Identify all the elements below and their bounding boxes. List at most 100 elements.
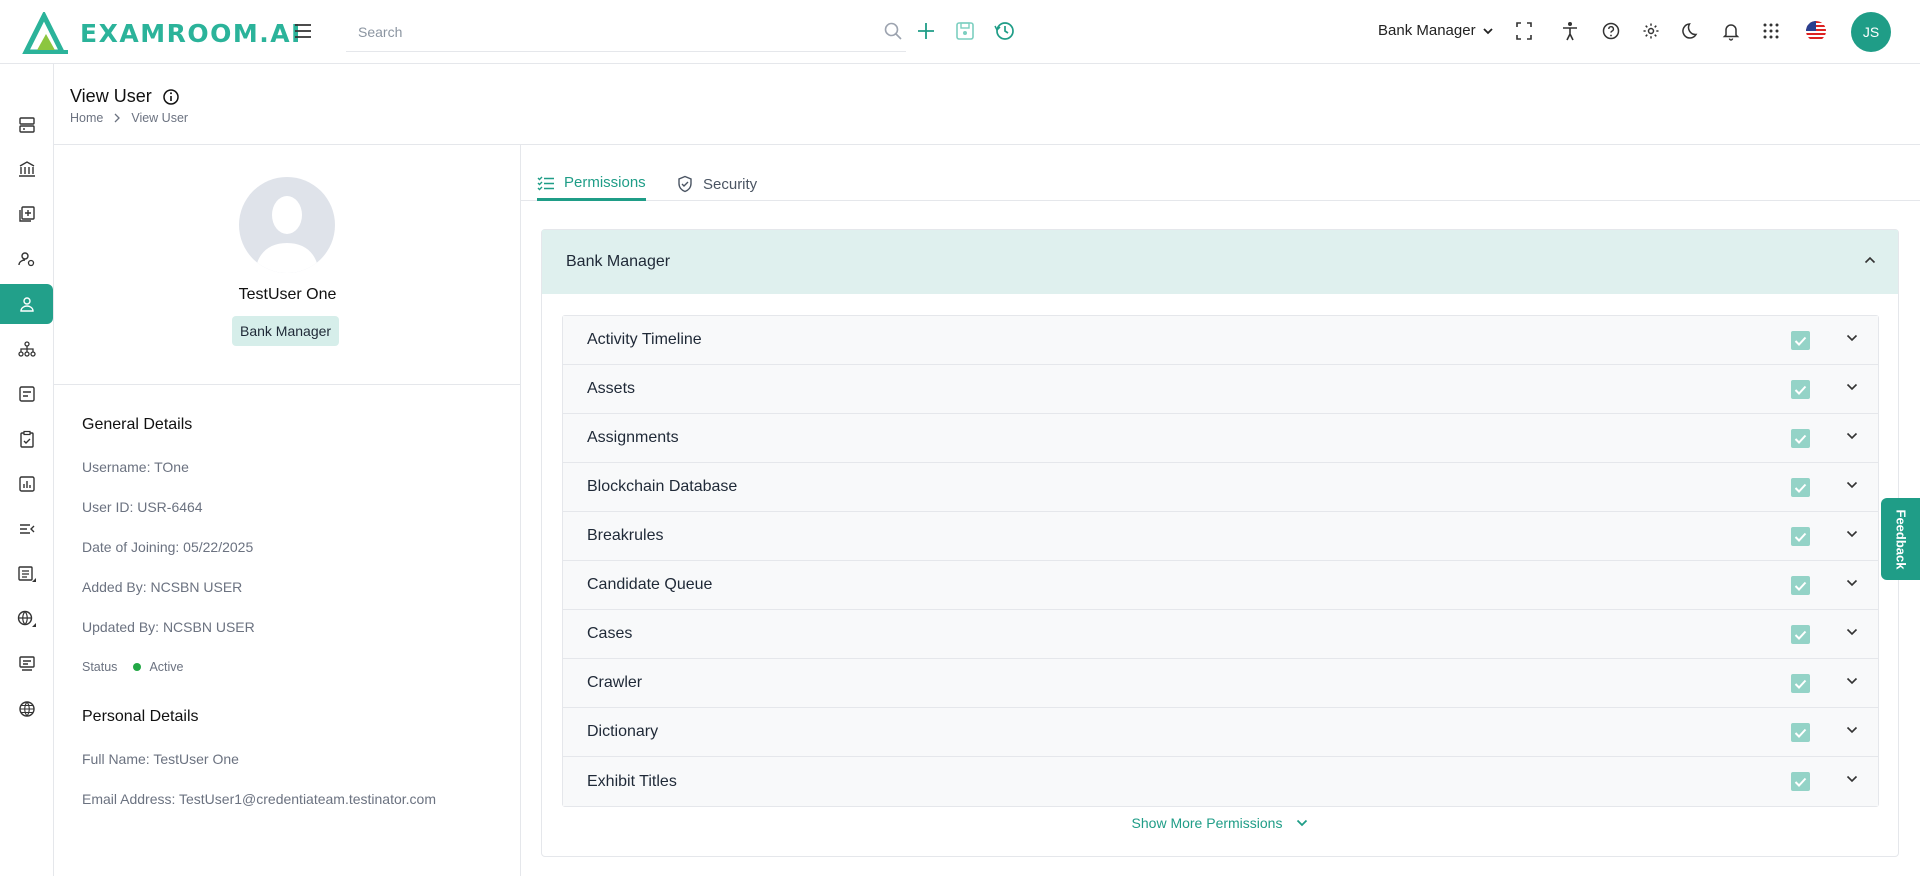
username-detail: Username: TOne <box>82 459 189 475</box>
logo[interactable]: EXAMROOM.AI <box>22 12 302 54</box>
nav-users-icon[interactable] <box>0 284 53 324</box>
permission-row[interactable]: Dictionary <box>563 708 1878 757</box>
show-more-permissions-button[interactable]: Show More Permissions <box>542 815 1898 831</box>
permissions-accordion: Bank Manager Activity Timeline Assets Assi… <box>541 229 1899 857</box>
divider <box>54 384 521 385</box>
chevron-down-icon[interactable] <box>1846 432 1858 440</box>
tab-security-label: Security <box>703 175 758 193</box>
nav-checklist-icon[interactable] <box>0 374 53 414</box>
dark-mode-moon-icon[interactable] <box>1682 20 1700 42</box>
chevron-down-icon[interactable] <box>1846 481 1858 489</box>
user-avatar[interactable]: JS <box>1851 12 1891 52</box>
checkmark-icon <box>1794 336 1807 346</box>
page-header: View User Home View User <box>54 64 1920 145</box>
chevron-down-icon[interactable] <box>1846 579 1858 587</box>
permission-checkbox[interactable] <box>1791 429 1810 448</box>
list-check-icon <box>537 176 554 190</box>
permission-checkbox[interactable] <box>1791 331 1810 350</box>
feedback-tab[interactable]: Feedback <box>1881 498 1920 580</box>
profile-name: TestUser One <box>238 286 337 303</box>
us-flag-icon[interactable] <box>1805 20 1827 42</box>
permission-row[interactable]: Activity Timeline <box>563 316 1878 365</box>
general-details-title: General Details <box>82 416 193 433</box>
profile-avatar <box>239 177 335 273</box>
notification-bell-icon[interactable] <box>1722 20 1740 42</box>
add-icon[interactable] <box>916 20 936 42</box>
nav-bank-icon[interactable] <box>0 149 53 189</box>
permission-row[interactable]: Blockchain Database <box>563 463 1878 512</box>
breadcrumb: Home View User <box>70 111 188 125</box>
chevron-down-icon[interactable] <box>1846 775 1858 783</box>
chevron-down-icon[interactable] <box>1846 726 1858 734</box>
chevron-down-icon[interactable] <box>1846 628 1858 636</box>
nav-list-icon[interactable] <box>0 554 53 594</box>
chevron-down-icon <box>1482 27 1493 34</box>
info-icon[interactable] <box>162 88 180 106</box>
settings-gear-icon[interactable] <box>1642 20 1660 42</box>
status-label: Status <box>82 660 118 674</box>
status-dot <box>133 663 142 671</box>
permission-label: Assignments <box>587 429 679 446</box>
permission-list: Activity Timeline Assets Assignments Blockc… <box>562 315 1879 807</box>
permission-checkbox[interactable] <box>1791 380 1810 399</box>
permission-checkbox[interactable] <box>1791 723 1810 742</box>
nav-globe-icon[interactable] <box>0 689 53 729</box>
nav-globe-settings-icon[interactable] <box>0 599 53 639</box>
status-row: Status Active <box>82 660 183 674</box>
permission-row[interactable]: Assets <box>563 365 1878 414</box>
nav-clipboard-check-icon[interactable] <box>0 419 53 459</box>
hamburger-menu-icon[interactable] <box>294 20 312 42</box>
permission-checkbox[interactable] <box>1791 625 1810 644</box>
apps-grid-icon[interactable] <box>1762 20 1780 42</box>
nav-user-settings-icon[interactable] <box>0 239 53 279</box>
checkmark-icon <box>1794 679 1807 689</box>
permission-row[interactable]: Crawler <box>563 659 1878 708</box>
permission-checkbox[interactable] <box>1791 576 1810 595</box>
shield-check-icon <box>678 175 692 193</box>
fullscreen-icon[interactable] <box>1515 20 1533 42</box>
permission-row[interactable]: Exhibit Titles <box>563 757 1878 806</box>
history-icon[interactable] <box>994 20 1016 42</box>
permission-checkbox[interactable] <box>1791 527 1810 546</box>
search-input[interactable] <box>346 14 866 50</box>
nav-terminal-icon[interactable] <box>0 644 53 684</box>
save-icon[interactable] <box>955 20 975 42</box>
permission-row[interactable]: Candidate Queue <box>563 561 1878 610</box>
personal-details-title: Personal Details <box>82 708 199 725</box>
tab-security[interactable]: Security <box>676 167 757 201</box>
permission-checkbox[interactable] <box>1791 772 1810 791</box>
permission-row[interactable]: Assignments <box>563 414 1878 463</box>
chevron-down-icon[interactable] <box>1846 334 1858 342</box>
chevron-up-icon <box>1864 256 1876 264</box>
accessibility-icon[interactable] <box>1561 20 1579 42</box>
nav-org-chart-icon[interactable] <box>0 329 53 369</box>
breadcrumb-home-link[interactable]: Home <box>70 111 103 125</box>
permission-row[interactable]: Cases <box>563 610 1878 659</box>
tab-permissions[interactable]: Permissions <box>537 167 646 201</box>
tab-permissions-label: Permissions <box>564 174 646 191</box>
chevron-down-icon[interactable] <box>1846 530 1858 538</box>
accordion-header[interactable]: Bank Manager <box>542 230 1898 294</box>
help-icon[interactable] <box>1602 20 1620 42</box>
nav-queue-icon[interactable] <box>0 509 53 549</box>
role-selector[interactable]: Bank Manager <box>1378 22 1494 39</box>
added-by-detail: Added By: NCSBN USER <box>82 579 243 595</box>
search-bar <box>346 14 906 52</box>
permission-label: Cases <box>587 625 633 642</box>
left-nav-rail <box>0 64 54 876</box>
permission-checkbox[interactable] <box>1791 674 1810 693</box>
chevron-down-icon[interactable] <box>1846 677 1858 685</box>
permission-checkbox[interactable] <box>1791 478 1810 497</box>
nav-reports-icon[interactable] <box>0 464 53 504</box>
nav-servers-icon[interactable] <box>0 105 53 145</box>
permission-label: Breakrules <box>587 527 664 544</box>
permission-label: Dictionary <box>587 723 659 740</box>
permission-label: Assets <box>587 380 636 397</box>
search-icon[interactable] <box>884 22 902 40</box>
permission-row[interactable]: Breakrules <box>563 512 1878 561</box>
permission-label: Crawler <box>587 674 643 691</box>
user-initials: JS <box>1862 24 1880 40</box>
chevron-down-icon[interactable] <box>1846 383 1858 391</box>
page-title-text: View User <box>70 86 152 106</box>
nav-add-document-icon[interactable] <box>0 194 53 234</box>
